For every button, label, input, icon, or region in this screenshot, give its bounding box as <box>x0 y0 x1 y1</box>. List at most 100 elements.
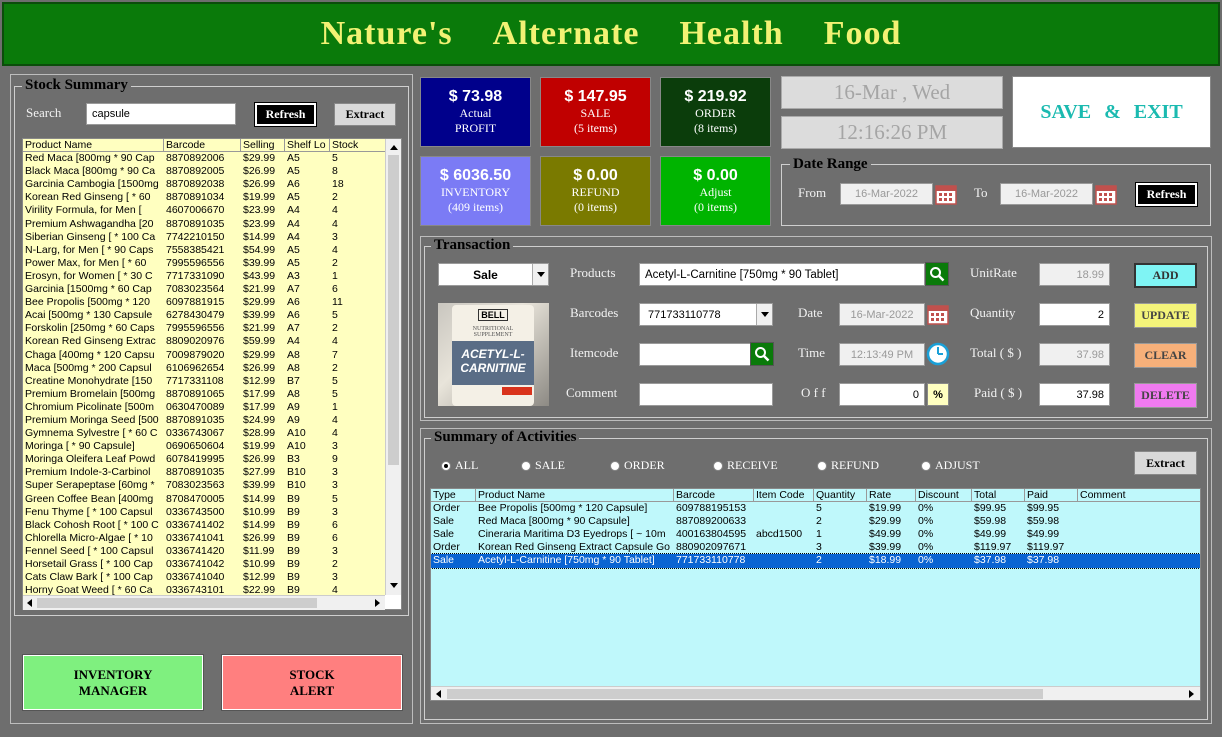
radio-button-icon[interactable] <box>610 460 620 471</box>
column-header[interactable]: Discount <box>916 489 972 502</box>
inventory-card[interactable]: $ 6036.50 INVENTORY (409 items) <box>420 156 531 226</box>
table-row[interactable]: Fennel Seed [ * 100 Capsul 0336741420 $11.… <box>23 545 385 558</box>
table-row[interactable]: Cats Claw Bark [ * 100 Cap 0336741040 $12.… <box>23 571 385 584</box>
chevron-down-icon[interactable] <box>532 264 548 285</box>
delete-button[interactable]: DELETE <box>1134 383 1197 408</box>
comment-input[interactable] <box>639 383 773 406</box>
table-row[interactable]: Power Max, for Men [ * 60 7995596556 $39.9… <box>23 257 385 270</box>
date-range-refresh-button[interactable]: Refresh <box>1135 182 1198 207</box>
table-row[interactable]: Sale Red Maca [800mg * 90 Capsule] 8870892… <box>431 515 1200 528</box>
selected-table-row[interactable]: Sale Acetyl-L-Carnitine [750mg * 90 Table… <box>431 553 1200 569</box>
table-row[interactable]: Horny Goat Weed [ * 60 Ca 0336743101 $22.9… <box>23 584 385 595</box>
table-row[interactable]: Erosyn, for Women [ * 30 C 7717331090 $43.… <box>23 270 385 283</box>
sale-card[interactable]: $ 147.95 SALE (5 items) <box>540 77 651 147</box>
to-date-input[interactable]: 16-Mar-2022 <box>1000 183 1093 205</box>
calendar-icon[interactable] <box>926 302 950 326</box>
column-header[interactable]: Total <box>972 489 1025 502</box>
clear-button[interactable]: CLEAR <box>1134 343 1197 368</box>
transaction-type-select[interactable]: Sale <box>438 263 549 286</box>
percent-toggle[interactable]: % <box>927 383 949 406</box>
table-row[interactable]: Black Maca [800mg * 90 Ca 8870892005 $26.9… <box>23 165 385 178</box>
radio-button-icon[interactable] <box>817 460 827 471</box>
column-header[interactable]: Barcode <box>674 489 754 502</box>
filter-radio-all[interactable]: ALL <box>441 458 478 473</box>
table-row[interactable]: Order Bee Propolis [500mg * 120 Capsule] 6… <box>431 502 1200 515</box>
table-row[interactable]: Gymnema Sylvestre [ * 60 C 0336743067 $28.… <box>23 427 385 440</box>
table-row[interactable]: Red Maca [800mg * 90 Cap 8870892006 $29.99… <box>23 152 385 165</box>
update-button[interactable]: UPDATE <box>1134 303 1197 328</box>
activities-hscrollbar[interactable] <box>431 686 1200 700</box>
table-row[interactable]: Premium Bromelain [500mg 8870891065 $17.99… <box>23 388 385 401</box>
scroll-thumb[interactable] <box>447 689 1043 699</box>
radio-button-icon[interactable] <box>921 460 931 471</box>
table-row[interactable]: Fenu Thyme [ * 100 Capsul 0336743500 $10.9… <box>23 506 385 519</box>
filter-radio-receive[interactable]: RECEIVE <box>713 458 778 473</box>
stock-alert-button[interactable]: STOCK ALERT <box>221 654 403 711</box>
activities-extract-button[interactable]: Extract <box>1134 451 1197 475</box>
column-header[interactable]: Barcode <box>164 139 241 152</box>
unitrate-input[interactable]: 18.99 <box>1039 263 1110 286</box>
barcodes-select[interactable]: 771733110778 <box>639 303 773 326</box>
table-row[interactable]: Maca [500mg * 200 Capsul 6106962654 $26.99… <box>23 362 385 375</box>
table-row[interactable]: Moringa [ * 90 Capsule] 0690650604 $19.99 A… <box>23 440 385 453</box>
stock-refresh-button[interactable]: Refresh <box>254 102 317 127</box>
scroll-thumb[interactable] <box>388 155 399 465</box>
table-row[interactable]: Forskolin [250mg * 60 Caps 7995596556 $21.… <box>23 322 385 335</box>
stock-extract-button[interactable]: Extract <box>334 103 396 126</box>
table-row[interactable]: Order Korean Red Ginseng Extract Capsule … <box>431 541 1200 554</box>
column-header[interactable]: Type <box>431 489 476 502</box>
filter-radio-order[interactable]: ORDER <box>610 458 665 473</box>
scroll-up-icon[interactable] <box>390 145 398 150</box>
from-date-input[interactable]: 16-Mar-2022 <box>840 183 933 205</box>
discount-input[interactable]: 0 <box>839 383 925 406</box>
table-row[interactable]: Super Serapeptase [60mg * 7083023563 $39.9… <box>23 479 385 492</box>
clock-icon[interactable] <box>926 342 950 366</box>
inventory-manager-button[interactable]: INVENTORY MANAGER <box>22 654 204 711</box>
table-row[interactable]: Korean Red Ginseng [ * 60 8870891034 $19.9… <box>23 191 385 204</box>
table-row[interactable]: Chlorella Micro-Algae [ * 10 0336741041 $2… <box>23 532 385 545</box>
scroll-left-icon[interactable] <box>27 599 32 607</box>
quantity-input[interactable]: 2 <box>1039 303 1110 326</box>
scroll-right-icon[interactable] <box>375 599 380 607</box>
column-header[interactable]: Product Name <box>476 489 674 502</box>
table-row[interactable]: Acai [500mg * 130 Capsule 6278430479 $39.9… <box>23 309 385 322</box>
table-row[interactable]: Moringa Oleifera Leaf Powd 6078419995 $26.… <box>23 453 385 466</box>
filter-radio-refund[interactable]: REFUND <box>817 458 879 473</box>
table-row[interactable]: Chromium Picolinate [500m 0630470089 $17.9… <box>23 401 385 414</box>
calendar-icon[interactable] <box>934 182 958 206</box>
table-row[interactable]: Korean Red Ginseng Extrac 8809020976 $59.9… <box>23 335 385 348</box>
filter-radio-sale[interactable]: SALE <box>521 458 565 473</box>
table-row[interactable]: Sale Cineraria Maritima D3 Eyedrops [ ~ 1… <box>431 528 1200 541</box>
table-row[interactable]: Garcinia Cambogia [1500mg 8870892038 $26.9… <box>23 178 385 191</box>
table-row[interactable]: Premium Indole-3-Carbinol 8870891035 $27.9… <box>23 466 385 479</box>
table-row[interactable]: Creatine Monohydrate [150 7717331108 $12.9… <box>23 375 385 388</box>
column-header[interactable]: Selling <box>241 139 285 152</box>
paid-input[interactable]: 37.98 <box>1039 383 1110 406</box>
scroll-down-icon[interactable] <box>390 583 398 588</box>
table-row[interactable]: Black Cohosh Root [ * 100 C 0336741402 $14… <box>23 519 385 532</box>
stock-hscrollbar[interactable] <box>23 595 385 610</box>
scroll-thumb[interactable] <box>37 598 317 608</box>
table-row[interactable]: Garcinia [1500mg * 60 Cap 7083023564 $21.9… <box>23 283 385 296</box>
calendar-icon[interactable] <box>1094 182 1118 206</box>
search-input[interactable]: capsule <box>86 103 236 125</box>
table-row[interactable]: Green Coffee Bean [400mg 8708470005 $14.99… <box>23 493 385 506</box>
transaction-date-input[interactable]: 16-Mar-2022 <box>839 303 925 326</box>
products-input[interactable]: Acetyl-L-Carnitine [750mg * 90 Tablet] <box>639 263 925 286</box>
add-button[interactable]: ADD <box>1134 263 1197 288</box>
radio-button-icon[interactable] <box>713 460 723 471</box>
scroll-right-icon[interactable] <box>1189 690 1194 698</box>
search-icon[interactable] <box>925 262 949 286</box>
table-row[interactable]: Virility Formula, for Men [4607006670 $23… <box>23 204 385 217</box>
column-header[interactable]: Comment <box>1078 489 1198 501</box>
stock-vscrollbar[interactable] <box>385 139 401 595</box>
column-header[interactable]: Paid <box>1025 489 1078 502</box>
transaction-time-input[interactable]: 12:13:49 PM <box>839 343 925 366</box>
adjust-card[interactable]: $ 0.00 Adjust (0 items) <box>660 156 771 226</box>
table-row[interactable]: Siberian Ginseng [ * 100 Ca 7742210150 $14… <box>23 231 385 244</box>
column-header[interactable]: Shelf Lo <box>285 139 330 152</box>
column-header[interactable]: Quantity <box>814 489 867 502</box>
chevron-down-icon[interactable] <box>756 304 772 325</box>
column-header[interactable]: Product Name <box>23 139 164 152</box>
scroll-left-icon[interactable] <box>436 690 441 698</box>
